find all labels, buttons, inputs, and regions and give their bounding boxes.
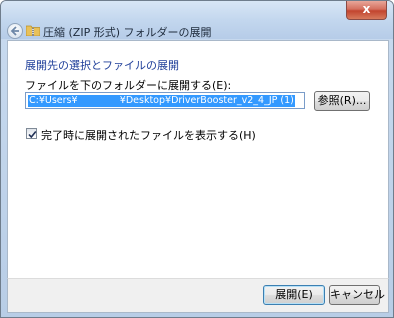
destination-path-value: C:¥Users¥ ¥Desktop¥DriverBooster_v2_4_JP… — [28, 95, 295, 107]
close-button[interactable]: x — [346, 1, 387, 20]
show-files-label[interactable]: 完了時に展開されたファイルを表示する(H) — [41, 127, 256, 143]
destination-path-input[interactable]: C:¥Users¥ ¥Desktop¥DriverBooster_v2_4_JP… — [25, 92, 305, 109]
section-heading: 展開先の選択とファイルの展開 — [25, 59, 179, 72]
destination-label: ファイルを下のフォルダーに展開する(E): — [25, 79, 232, 92]
back-button[interactable] — [7, 23, 23, 39]
dialog-content: 展開先の選択とファイルの展開 ファイルを下のフォルダーに展開する(E): C:¥… — [7, 40, 389, 278]
extract-button[interactable]: 展開(E) — [263, 285, 325, 305]
browse-button[interactable]: 参照(R)... — [314, 91, 370, 111]
dialog-footer: 展開(E) キャンセル — [7, 278, 389, 313]
show-files-checkbox[interactable] — [26, 128, 37, 139]
cancel-button[interactable]: キャンセル — [329, 285, 385, 305]
window-title: 圧縮 (ZIP 形式) フォルダーの展開 — [43, 26, 212, 39]
extract-dialog-window: x 圧縮 (ZIP 形式) フォルダーの展開 展開先の選択とファイルの展開 ファ… — [0, 0, 394, 318]
title-bar: x 圧縮 (ZIP 形式) フォルダーの展開 — [1, 1, 393, 39]
zip-folder-icon — [26, 25, 40, 36]
checkmark-icon — [28, 130, 37, 139]
back-arrow-icon — [10, 26, 19, 36]
